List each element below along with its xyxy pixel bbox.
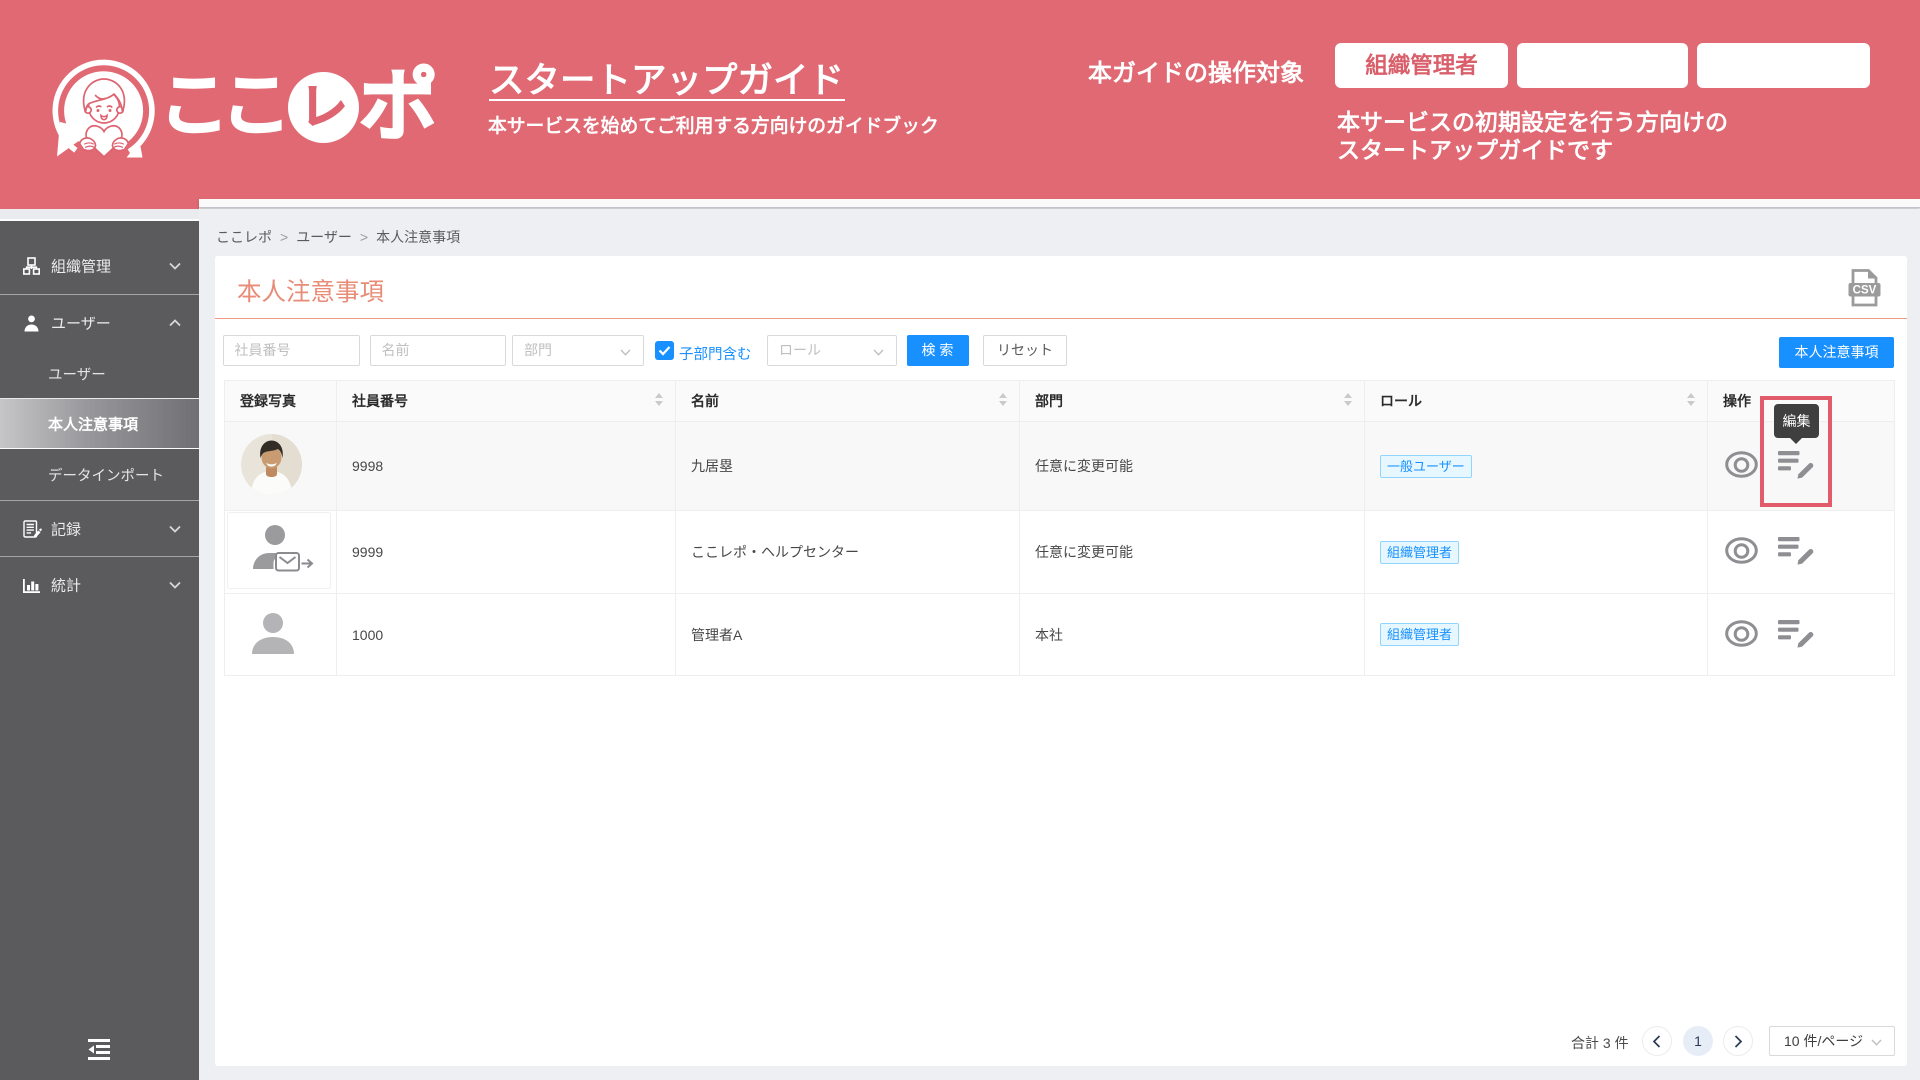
svg-text:CSV: CSV (1853, 285, 1877, 297)
